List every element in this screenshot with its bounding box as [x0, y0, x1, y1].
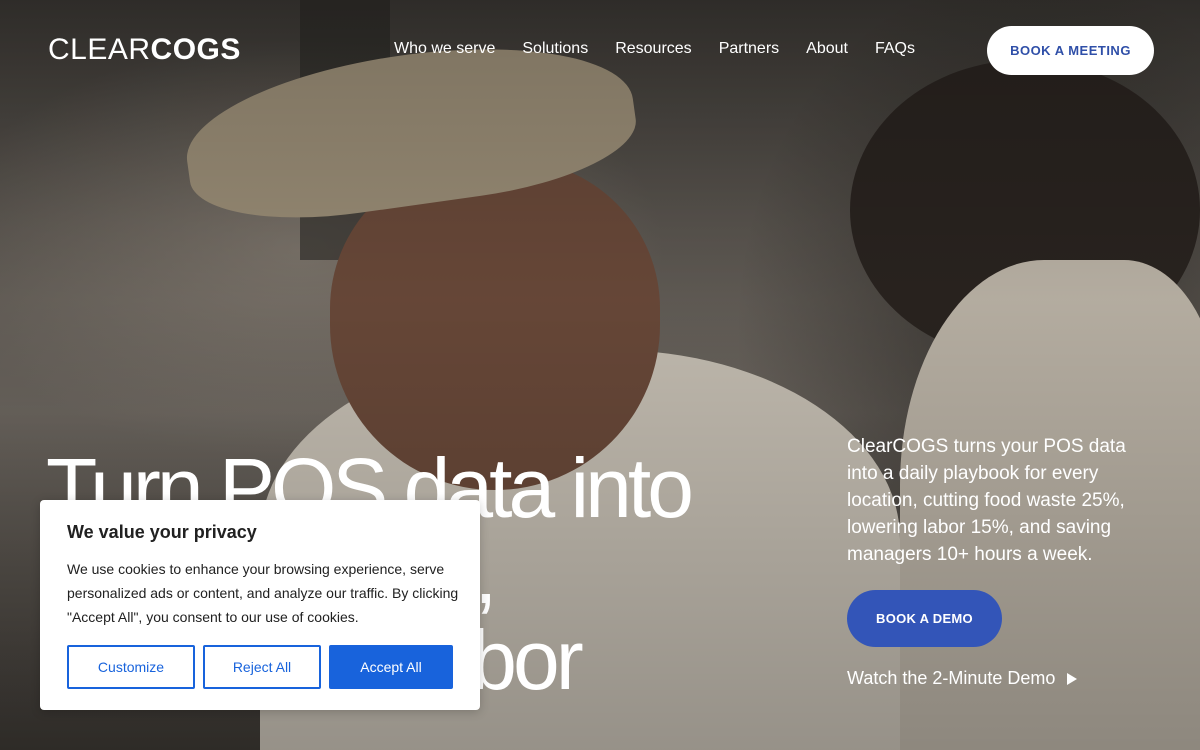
nav-item-faqs[interactable]: FAQs	[875, 38, 915, 60]
accept-all-button[interactable]: Accept All	[329, 645, 453, 689]
clearcogs-logo[interactable]: CLEARCOGS	[48, 33, 241, 67]
nav-item-about[interactable]: About	[806, 38, 848, 60]
customize-button[interactable]: Customize	[67, 645, 195, 689]
reject-all-button[interactable]: Reject All	[203, 645, 321, 689]
nav-item-who-we-serve[interactable]: Who we serve	[394, 38, 495, 60]
play-icon	[1067, 672, 1078, 685]
main-nav: Who we serve Solutions Resources Partner…	[394, 38, 942, 60]
watch-demo-link[interactable]: Watch the 2-Minute Demo	[847, 668, 1078, 689]
nav-item-solutions[interactable]: Solutions	[522, 38, 588, 60]
nav-item-partners[interactable]: Partners	[719, 38, 779, 60]
site-header: CLEARCOGS Who we serve Solutions Resourc…	[0, 0, 1200, 100]
logo-part-clear: CLEAR	[48, 33, 151, 66]
book-demo-button[interactable]: BOOK A DEMO	[847, 590, 1002, 647]
hero-intro-text: ClearCOGS turns your POS data into a dai…	[847, 436, 1126, 565]
nav-item-resources[interactable]: Resources	[615, 38, 691, 60]
watch-demo-label: Watch the 2-Minute Demo	[847, 668, 1056, 688]
cookie-consent-banner: We value your privacy We use cookies to …	[40, 500, 480, 710]
logo-part-cogs: COGS	[150, 33, 241, 66]
cookie-banner-text: We use cookies to enhance your browsing …	[67, 561, 459, 625]
cookie-banner-title: We value your privacy	[67, 522, 257, 542]
book-meeting-button[interactable]: BOOK A MEETING	[987, 26, 1154, 75]
